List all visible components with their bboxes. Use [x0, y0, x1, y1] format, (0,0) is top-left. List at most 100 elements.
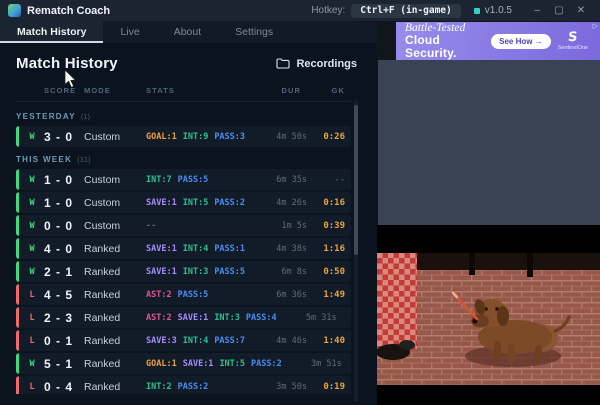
match-mode: Ranked: [84, 289, 146, 301]
match-gk-time: 1:19: [342, 359, 351, 369]
adchoices-icon[interactable]: ▷: [593, 23, 598, 30]
match-gk-time: 0:51: [337, 313, 351, 323]
stat-pass: PASS:1: [214, 244, 245, 254]
result-letter: W: [20, 198, 44, 208]
section-header-this-week: THIS WEEK(31): [16, 155, 351, 164]
stat-goal: GOAL:1: [146, 359, 177, 369]
scrollbar-track[interactable]: [354, 100, 358, 402]
stat-ast: AST:2: [146, 290, 172, 300]
match-list: YESTERDAY(1)W3 - 0CustomGOAL:1INT:9PASS:…: [16, 104, 351, 394]
match-score: 0 - 0: [44, 219, 84, 233]
match-row[interactable]: L0 - 1RankedSAVE:3INT:4PASS:74m 46s1:40: [16, 330, 351, 351]
match-score: 1 - 0: [44, 196, 84, 210]
stat-pass: PASS:3: [214, 132, 245, 142]
result-bar: [16, 126, 19, 147]
match-row[interactable]: W3 - 0CustomGOAL:1INT:9PASS:34m 50s0:26: [16, 126, 351, 147]
stat-save: SAVE:1: [178, 313, 209, 323]
table-header: SCORE MODE STATS DUR GK: [16, 86, 351, 102]
ad-brand: S SentinelOne: [558, 31, 588, 51]
match-stats: SAVE:3INT:4PASS:7: [146, 336, 253, 346]
app-title: Rematch Coach: [27, 5, 110, 17]
recordings-label: Recordings: [296, 58, 357, 70]
video-frame-dog-scene: [377, 225, 600, 405]
app-window: Rematch Coach Hotkey: Ctrl+F (in-game) v…: [0, 0, 600, 405]
match-row[interactable]: W0 - 0Custom--1m 5s0:39: [16, 215, 351, 236]
close-button[interactable]: ✕: [570, 5, 592, 16]
column-mode: MODE: [84, 86, 146, 95]
right-panel: Battle-Tested Cloud Security. See How → …: [377, 21, 600, 405]
scrollbar-thumb[interactable]: [354, 105, 358, 255]
section-label: THIS WEEK: [16, 155, 72, 164]
result-bar: [16, 330, 19, 351]
column-dur: DUR: [253, 86, 307, 95]
match-stats: SAVE:1INT:4PASS:1: [146, 244, 253, 254]
page-title: Match History: [16, 55, 118, 72]
match-gk-time: 1:16: [307, 244, 351, 254]
match-stats: GOAL:1SAVE:1INT:5PASS:2: [146, 359, 288, 369]
video-player[interactable]: [377, 225, 600, 405]
match-row[interactable]: W1 - 0CustomSAVE:1INT:5PASS:24m 26s0:16: [16, 192, 351, 213]
match-mode: Ranked: [84, 266, 146, 278]
section-count: (1): [81, 112, 90, 121]
tab-about[interactable]: About: [157, 21, 218, 43]
match-stats: GOAL:1INT:9PASS:3: [146, 132, 253, 142]
ad-cta-button[interactable]: See How →: [491, 34, 551, 49]
tab-match-history[interactable]: Match History: [0, 21, 103, 43]
recordings-button[interactable]: Recordings: [272, 56, 361, 72]
stat-int: INT:7: [146, 175, 172, 185]
result-bar: [16, 353, 19, 374]
match-stats: INT:7PASS:5: [146, 175, 253, 185]
ad-banner[interactable]: Battle-Tested Cloud Security. See How → …: [396, 22, 600, 60]
match-duration: 6m 8s: [253, 267, 307, 277]
stat-save: SAVE:1: [183, 359, 214, 369]
match-mode: Ranked: [84, 358, 146, 370]
stat-save: SAVE:1: [146, 244, 177, 254]
tab-live[interactable]: Live: [103, 21, 156, 43]
match-duration: 5m 31s: [283, 313, 337, 323]
minimize-button[interactable]: –: [526, 5, 548, 16]
match-row[interactable]: L4 - 5RankedAST:2PASS:56m 36s1:49: [16, 284, 351, 305]
section-header-yesterday: YESTERDAY(1): [16, 112, 351, 121]
match-mode: Ranked: [84, 335, 146, 347]
stat-pass: PASS:2: [251, 359, 282, 369]
match-stats: --: [146, 221, 253, 231]
match-score: 2 - 1: [44, 265, 84, 279]
match-score: 1 - 0: [44, 173, 84, 187]
match-mode: Custom: [84, 220, 146, 232]
match-stats: INT:2PASS:2: [146, 382, 253, 392]
match-row[interactable]: W5 - 1RankedGOAL:1SAVE:1INT:5PASS:23m 51…: [16, 353, 351, 374]
match-duration: 4m 50s: [253, 132, 307, 142]
match-gk-time: 0:50: [307, 267, 351, 277]
stat-pass: PASS:2: [178, 382, 209, 392]
match-row[interactable]: L0 - 4RankedINT:2PASS:23m 50s0:19: [16, 376, 351, 394]
tab-settings[interactable]: Settings: [218, 21, 290, 43]
match-gk-time: 0:19: [307, 382, 351, 392]
stat-save: SAVE:1: [146, 267, 177, 277]
tab-bar: Match HistoryLiveAboutSettings: [0, 21, 377, 43]
stat-pass: PASS:7: [214, 336, 245, 346]
result-letter: W: [20, 132, 44, 142]
match-duration: 3m 51s: [288, 359, 342, 369]
match-gk-time: 0:26: [307, 132, 351, 142]
match-row[interactable]: W4 - 0RankedSAVE:1INT:4PASS:14m 38s1:16: [16, 238, 351, 259]
match-mode: Ranked: [84, 312, 146, 324]
stat-int: INT:3: [183, 267, 209, 277]
folder-icon: [276, 58, 290, 69]
match-row[interactable]: L2 - 3RankedAST:2SAVE:1INT:3PASS:45m 31s…: [16, 307, 351, 328]
maximize-button[interactable]: ▢: [548, 5, 570, 16]
match-row[interactable]: W2 - 1RankedSAVE:1INT:3PASS:56m 8s0:50: [16, 261, 351, 282]
match-duration: 4m 38s: [253, 244, 307, 254]
match-score: 4 - 0: [44, 242, 84, 256]
match-row[interactable]: W1 - 0CustomINT:7PASS:56m 35s--: [16, 169, 351, 190]
result-letter: L: [20, 382, 44, 392]
empty-panel: [378, 60, 600, 225]
column-score: SCORE: [44, 86, 84, 95]
stat-int: INT:4: [183, 336, 209, 346]
match-score: 4 - 5: [44, 288, 84, 302]
column-stats: STATS: [146, 86, 253, 95]
sentinelone-logo-icon: S: [567, 31, 578, 44]
match-gk-time: 0:39: [307, 221, 351, 231]
ad-text: Battle-Tested Cloud Security.: [405, 22, 491, 59]
match-score: 0 - 4: [44, 380, 84, 394]
stat-int: INT:9: [183, 132, 209, 142]
